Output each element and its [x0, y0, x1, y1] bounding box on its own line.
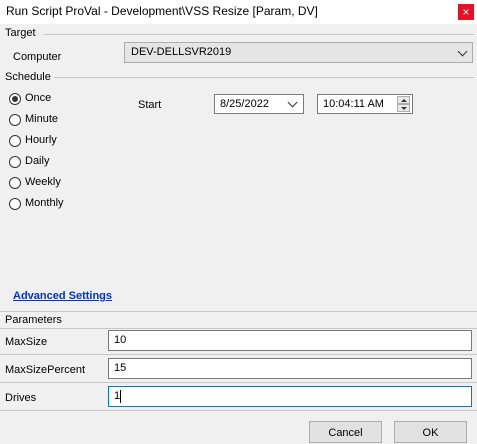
cancel-button[interactable]: Cancel	[309, 421, 382, 443]
radio-button-icon	[9, 177, 21, 189]
radio-once-label: Once	[25, 92, 52, 104]
target-divider	[44, 34, 474, 35]
window-title: Run Script ProVal - Development\VSS Resi…	[6, 4, 318, 18]
parameters-section-label: Parameters	[5, 314, 62, 326]
spin-up-icon[interactable]	[397, 96, 410, 104]
radio-hourly-label: Hourly	[25, 134, 57, 146]
radio-button-icon	[9, 135, 21, 147]
radio-button-icon	[9, 156, 21, 168]
param-label-maxsize: MaxSize	[5, 336, 48, 348]
radio-button-icon	[9, 114, 21, 126]
chevron-down-icon	[287, 97, 298, 108]
time-spinner[interactable]	[397, 96, 410, 112]
radio-selected-dot	[12, 96, 18, 102]
text-cursor	[120, 390, 121, 403]
target-section-label: Target	[5, 27, 36, 39]
computer-label: Computer	[13, 51, 62, 63]
spin-down-icon[interactable]	[397, 104, 410, 112]
param-label-maxsizepercent: MaxSizePercent	[5, 364, 86, 376]
parameters-divider	[0, 328, 477, 329]
start-label: Start	[138, 99, 162, 111]
radio-monthly-label: Monthly	[25, 197, 64, 209]
param-row-divider	[0, 410, 477, 411]
param-label-drives: Drives	[5, 392, 37, 404]
param-row-divider	[0, 354, 477, 355]
maxsizepercent-input[interactable]: 15	[108, 358, 472, 379]
param-row-divider	[0, 382, 477, 383]
schedule-divider	[54, 77, 474, 78]
drives-input[interactable]: 1	[108, 386, 472, 407]
start-date-value: 8/25/2022	[220, 98, 269, 110]
computer-value: DEV-DELLSVR2019	[131, 46, 232, 58]
start-time-value: 10:04:11 AM	[323, 98, 384, 110]
radio-weekly-label: Weekly	[25, 176, 61, 188]
maxsizepercent-value: 15	[114, 362, 127, 374]
start-time-picker[interactable]: 10:04:11 AM	[317, 94, 413, 114]
computer-dropdown[interactable]: DEV-DELLSVR2019	[124, 42, 473, 63]
parameters-top-divider	[0, 311, 477, 312]
chevron-down-icon	[457, 46, 468, 57]
advanced-settings-link[interactable]: Advanced Settings	[13, 290, 112, 302]
maxsize-input[interactable]: 10	[108, 330, 472, 351]
maxsize-value: 10	[114, 334, 127, 346]
close-icon[interactable]: ×	[458, 4, 474, 20]
schedule-section-label: Schedule	[5, 71, 51, 83]
radio-button-icon	[9, 198, 21, 210]
radio-button-icon	[9, 93, 21, 105]
ok-button[interactable]: OK	[394, 421, 467, 443]
title-bar: Run Script ProVal - Development\VSS Resi…	[0, 0, 477, 24]
radio-minute-label: Minute	[25, 113, 59, 125]
radio-daily-label: Daily	[25, 155, 50, 167]
start-date-picker[interactable]: 8/25/2022	[214, 94, 304, 114]
